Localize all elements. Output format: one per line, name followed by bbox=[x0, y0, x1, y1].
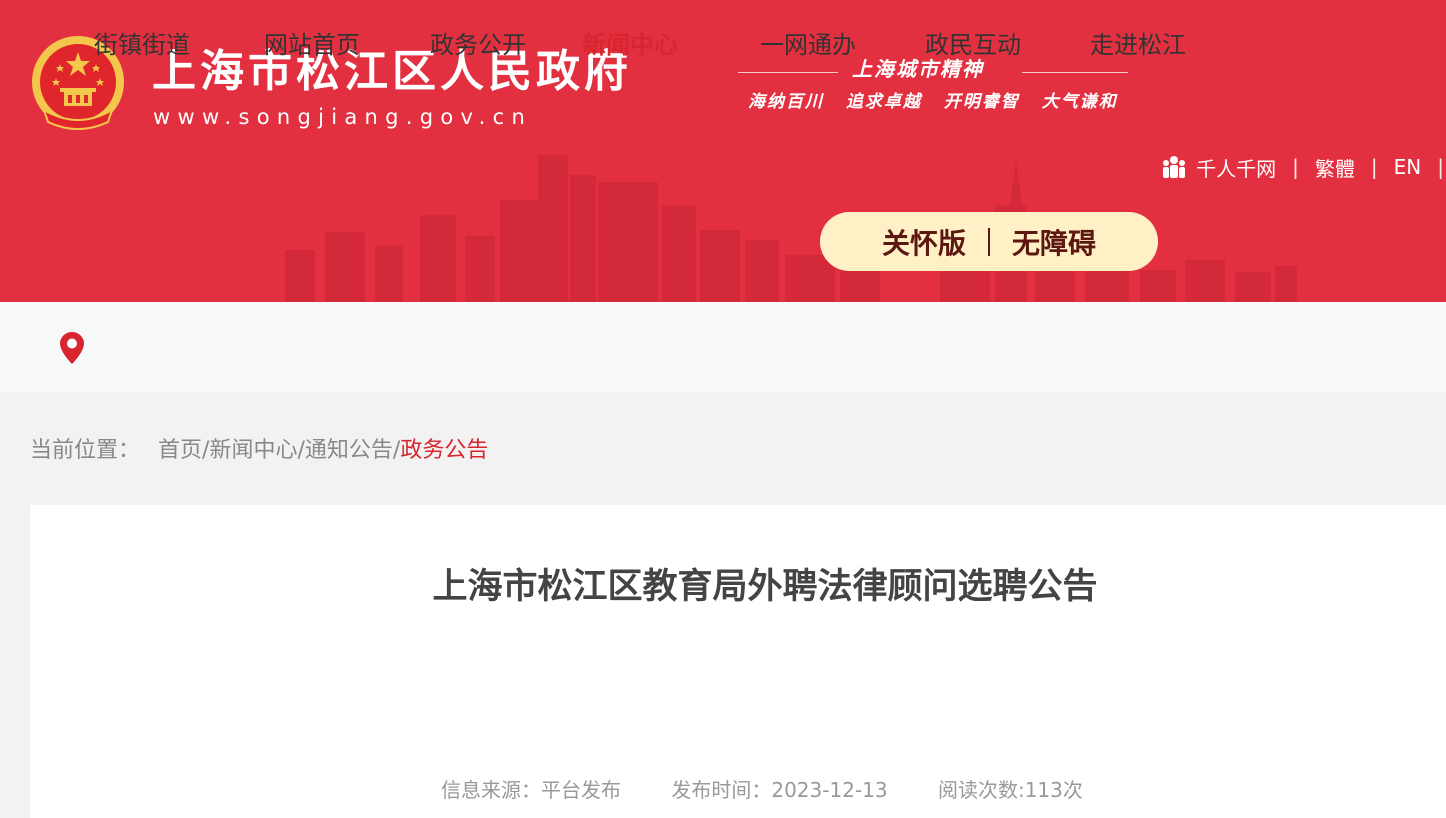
breadcrumb-home[interactable]: 首页 bbox=[158, 438, 202, 463]
breadcrumb-current[interactable]: 政务公告 bbox=[400, 438, 488, 463]
qianren-qianwang-link[interactable]: 千人千网 bbox=[1196, 153, 1276, 182]
article-title: 上海市松江区教育局外聘法律顾问选聘公告 bbox=[432, 567, 1098, 607]
main-navigation bbox=[0, 302, 1446, 392]
nav-interaction[interactable]: 政民互动 bbox=[925, 0, 1021, 90]
spirit-item: 追求卓越 bbox=[845, 92, 922, 112]
pill-divider bbox=[988, 227, 990, 256]
site-title[interactable]: 上海市松江区人民政府 bbox=[152, 44, 632, 100]
header-banner: 上海市松江区人民政府 www.songjiang.gov.cn 上海城市精神 海… bbox=[0, 0, 1446, 302]
care-accessibility-pill: 关怀版 无障碍 bbox=[820, 212, 1158, 271]
separator: | bbox=[1370, 155, 1378, 179]
article-meta: 信息来源：平台发布 发布时间：2023-12-13 阅读次数:113次 bbox=[441, 774, 1083, 806]
spirit-item: 开明睿智 bbox=[943, 92, 1020, 112]
breadcrumb-separator: / bbox=[297, 438, 305, 463]
care-version-button[interactable]: 关怀版 bbox=[882, 222, 966, 262]
breadcrumb-notices[interactable]: 通知公告 bbox=[305, 438, 393, 463]
location-pin-icon[interactable] bbox=[60, 332, 84, 364]
breadcrumb: 当前位置： 首页/新闻中心/通知公告/政务公告 bbox=[30, 434, 488, 468]
city-spirit-motto: 海纳百川 追求卓越 开明睿智 大气谦和 bbox=[748, 90, 1132, 114]
people-icon bbox=[1163, 156, 1186, 178]
nav-about-songjiang[interactable]: 走进松江 bbox=[1090, 0, 1186, 90]
site-url: www.songjiang.gov.cn bbox=[153, 105, 533, 129]
utility-links: 千人千网 | 繁體 | EN | bbox=[1160, 152, 1446, 182]
article-card bbox=[30, 505, 1446, 818]
nav-home[interactable]: 网站首页 bbox=[264, 0, 360, 90]
spirit-item: 海纳百川 bbox=[748, 92, 824, 112]
accessibility-button[interactable]: 无障碍 bbox=[1012, 222, 1096, 262]
breadcrumb-label: 当前位置： bbox=[30, 438, 141, 463]
separator: | bbox=[1292, 155, 1299, 179]
article-source: 信息来源：平台发布 bbox=[441, 778, 621, 802]
english-link[interactable]: EN bbox=[1394, 155, 1422, 179]
nav-government-affairs[interactable]: 政务公开 bbox=[430, 0, 526, 90]
nav-one-stop-service[interactable]: 一网通办 bbox=[760, 0, 856, 90]
spirit-item: 大气谦和 bbox=[1041, 92, 1118, 112]
separator: | bbox=[1437, 155, 1444, 179]
nav-streets[interactable]: 街镇街道 bbox=[94, 0, 190, 90]
article-views: 阅读次数:113次 bbox=[937, 778, 1083, 802]
nav-news-center[interactable]: 新闻中心 bbox=[582, 0, 678, 90]
breadcrumb-news-center[interactable]: 新闻中心 bbox=[209, 438, 297, 463]
article-date: 发布时间：2023-12-13 bbox=[671, 778, 888, 802]
traditional-chinese-link[interactable]: 繁體 bbox=[1315, 153, 1355, 182]
